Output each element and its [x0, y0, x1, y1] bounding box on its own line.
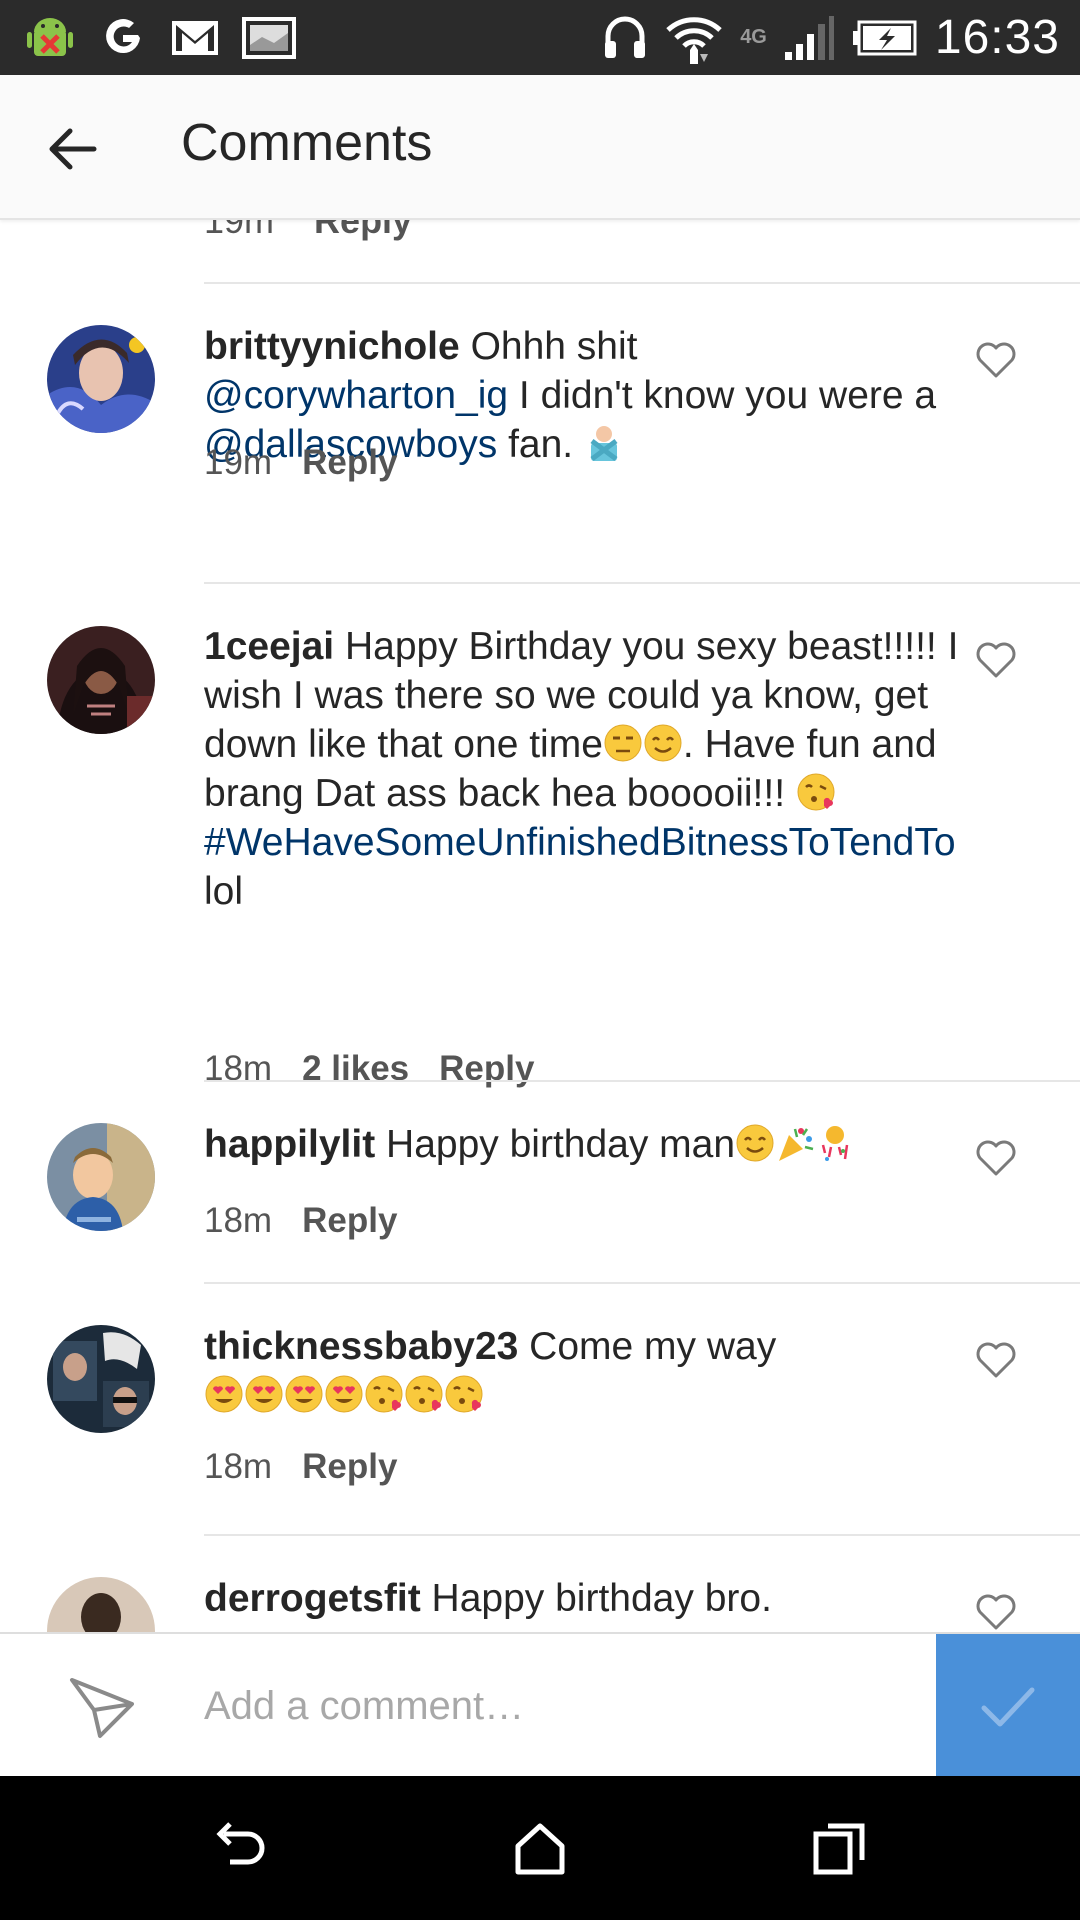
comment-username[interactable]: derrogetsfit — [204, 1577, 421, 1620]
reply-button[interactable]: Reply — [314, 220, 412, 241]
comment-time: 18m — [204, 1447, 273, 1486]
system-nav-bar — [0, 1776, 1080, 1920]
comment-composer — [0, 1632, 1080, 1778]
divider — [204, 282, 1080, 284]
divider — [204, 582, 1080, 584]
comment-text-part: Happy birthday bro. — [431, 1577, 772, 1620]
nav-back-button[interactable] — [208, 1816, 272, 1880]
android-debug-icon — [22, 10, 78, 66]
comment-input[interactable] — [204, 1670, 924, 1742]
comment-meta: 19m Reply — [204, 443, 397, 483]
person-gesturing-no-icon — [590, 426, 618, 461]
comment-time: 18m — [204, 1201, 273, 1240]
reply-button[interactable]: Reply — [302, 443, 397, 483]
heart-eyes-icon — [325, 1375, 363, 1413]
mention-link[interactable]: @corywharton_ig — [204, 374, 508, 417]
avatar[interactable] — [47, 325, 155, 433]
gmail-icon — [168, 11, 222, 65]
network-type: 4G — [740, 26, 767, 48]
heart-icon[interactable] — [975, 340, 1017, 380]
comment-time: 19m — [204, 220, 275, 241]
back-nav-icon — [216, 1822, 265, 1865]
comment-text-part: I didn't know you were a — [518, 374, 937, 417]
comment-meta: 18m Reply — [204, 1201, 397, 1241]
smiling-face-icon — [644, 724, 682, 762]
comment-text-part: Happy birthday man — [386, 1123, 736, 1166]
comment-username[interactable]: thicknessbaby23 — [204, 1325, 518, 1368]
comment-text-part: Come my way — [529, 1325, 777, 1368]
app-header: Comments — [0, 75, 1080, 220]
heart-eyes-icon — [245, 1375, 283, 1413]
signal-icon — [783, 14, 835, 62]
heart-icon[interactable] — [975, 1592, 1017, 1632]
kissing-heart-face-icon — [797, 773, 835, 811]
clock: 16:33 — [934, 11, 1060, 64]
home-nav-icon — [515, 1823, 565, 1875]
comment-list[interactable]: 19m Reply brittyynichole Ohhh shit @cory… — [0, 220, 1080, 1632]
heart-eyes-icon — [205, 1375, 243, 1413]
comment-meta: 18m Reply — [204, 1447, 397, 1487]
wifi-icon — [664, 10, 724, 66]
avatar[interactable] — [47, 1577, 155, 1632]
comment-text: 1ceejai Happy Birthday you sexy beast!!!… — [204, 622, 974, 916]
recents-nav-icon — [813, 1823, 865, 1875]
party-popper-icon — [779, 1128, 814, 1161]
page-title: Comments — [181, 114, 433, 172]
unamused-face-icon — [604, 724, 642, 762]
nav-home-button[interactable] — [508, 1816, 572, 1880]
reply-button[interactable]: Reply — [302, 1447, 397, 1487]
arrow-left-icon — [49, 128, 97, 170]
comment-text-part: lol — [204, 870, 244, 913]
heart-icon[interactable] — [975, 1340, 1017, 1380]
google-icon — [96, 11, 150, 65]
comment-time: 19m — [204, 443, 273, 482]
comment-username[interactable]: happilylit — [204, 1123, 375, 1166]
kissing-heart-face-icon — [365, 1375, 403, 1413]
hashtag-link[interactable]: #WeHaveSomeUnfinishedBitnessToTendTo — [204, 821, 956, 864]
heart-icon[interactable] — [975, 1138, 1017, 1178]
comment-username[interactable]: 1ceejai — [204, 625, 334, 668]
divider — [204, 1080, 1080, 1082]
status-bar: 4G 16:33 — [0, 0, 1080, 75]
comment-text: thicknessbaby23 Come my way — [204, 1322, 944, 1420]
paper-plane-icon[interactable] — [66, 1670, 138, 1742]
reply-button[interactable]: Reply — [439, 1049, 534, 1089]
reply-button[interactable]: Reply — [302, 1201, 397, 1241]
divider — [204, 1534, 1080, 1536]
likes-count[interactable]: 2 likes — [302, 1049, 409, 1089]
heart-eyes-icon — [285, 1375, 323, 1413]
battery-charging-icon — [851, 18, 919, 58]
avatar[interactable] — [47, 626, 155, 734]
heart-icon[interactable] — [975, 640, 1017, 680]
divider — [204, 1282, 1080, 1284]
checkmark-icon — [981, 1687, 1035, 1727]
comment-time: 18m — [204, 1049, 273, 1088]
avatar[interactable] — [47, 1325, 155, 1433]
headphones-icon — [602, 12, 648, 64]
post-comment-button[interactable] — [936, 1634, 1080, 1778]
avatar[interactable] — [47, 1123, 155, 1231]
back-button[interactable] — [40, 117, 104, 181]
comment-meta: 18m 2 likes Reply — [204, 1049, 534, 1089]
smiling-face-icon — [736, 1124, 774, 1162]
nav-recents-button[interactable] — [808, 1816, 872, 1880]
kissing-heart-face-icon — [405, 1375, 443, 1413]
comment-text-part: fan. — [508, 423, 574, 466]
kissing-heart-face-icon — [445, 1375, 483, 1413]
comment-text: derrogetsfit Happy birthday bro. — [204, 1574, 944, 1623]
comment-username[interactable]: brittyynichole — [204, 325, 460, 368]
comment-text: happilylit Happy birthday man — [204, 1120, 944, 1169]
confetti-ball-icon — [821, 1126, 849, 1161]
gallery-icon — [240, 11, 298, 65]
comment-text-part: Ohhh shit — [470, 325, 638, 368]
partial-comment-meta: 19m Reply — [204, 220, 412, 242]
